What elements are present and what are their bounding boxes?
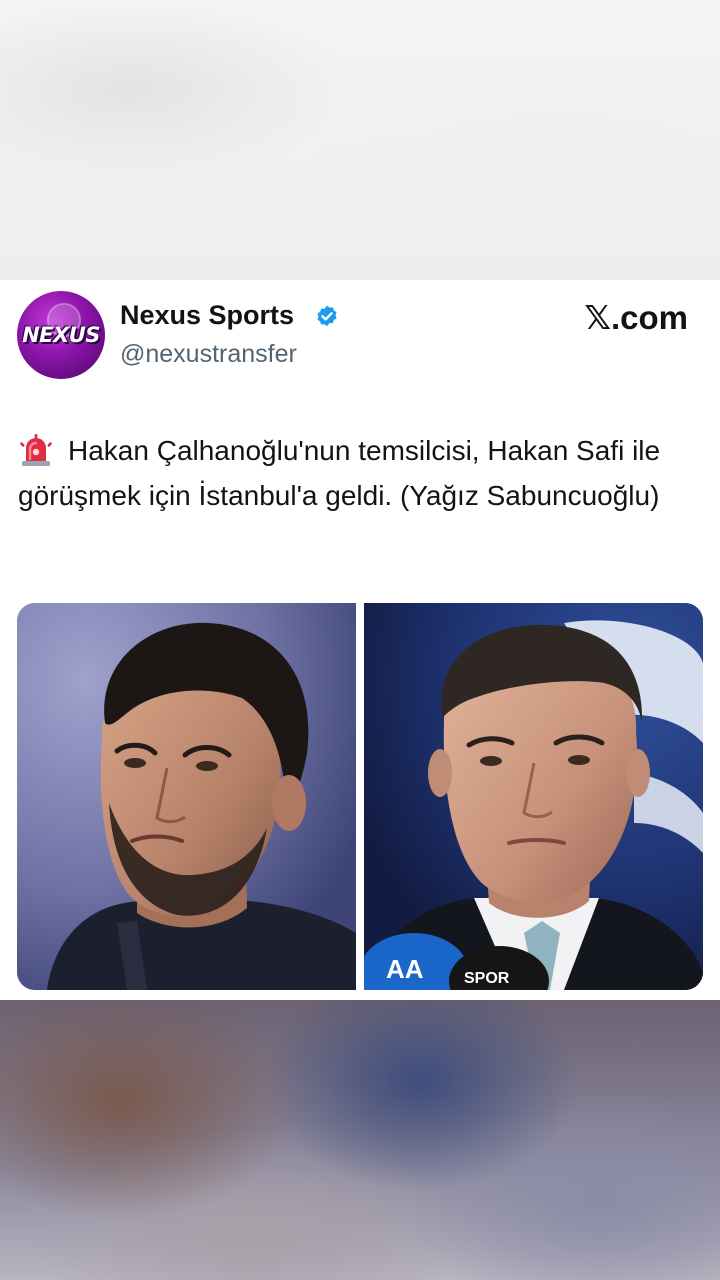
photo-left[interactable]	[17, 603, 356, 990]
blurred-background-top	[0, 0, 720, 280]
microphone-label-spor: SPOR	[464, 970, 510, 987]
avatar-logo-text: NEXUS	[22, 323, 100, 347]
photo-left-portrait	[17, 603, 356, 990]
tweet-text: Hakan Çalhanoğlu'nun temsilcisi, Hakan S…	[18, 435, 661, 511]
verified-badge-icon	[317, 305, 337, 327]
microphone-label-aa: AA	[386, 954, 424, 984]
video-frame: NEXUS Nexus Sports @nexustransfer 𝕏.com …	[0, 0, 720, 1280]
photo-right-portrait: AA SPOR	[364, 603, 703, 990]
blurred-background-bottom	[0, 1000, 720, 1280]
author-name[interactable]: Nexus Sports	[120, 300, 294, 331]
photo-right[interactable]: AA SPOR	[364, 603, 703, 990]
tweet-card: NEXUS Nexus Sports @nexustransfer 𝕏.com …	[0, 280, 720, 1000]
author-handle[interactable]: @nexustransfer	[120, 340, 297, 369]
avatar[interactable]: NEXUS	[17, 291, 105, 379]
x-com-label: 𝕏.com	[584, 299, 688, 336]
tweet-media[interactable]: AA SPOR	[17, 603, 703, 990]
